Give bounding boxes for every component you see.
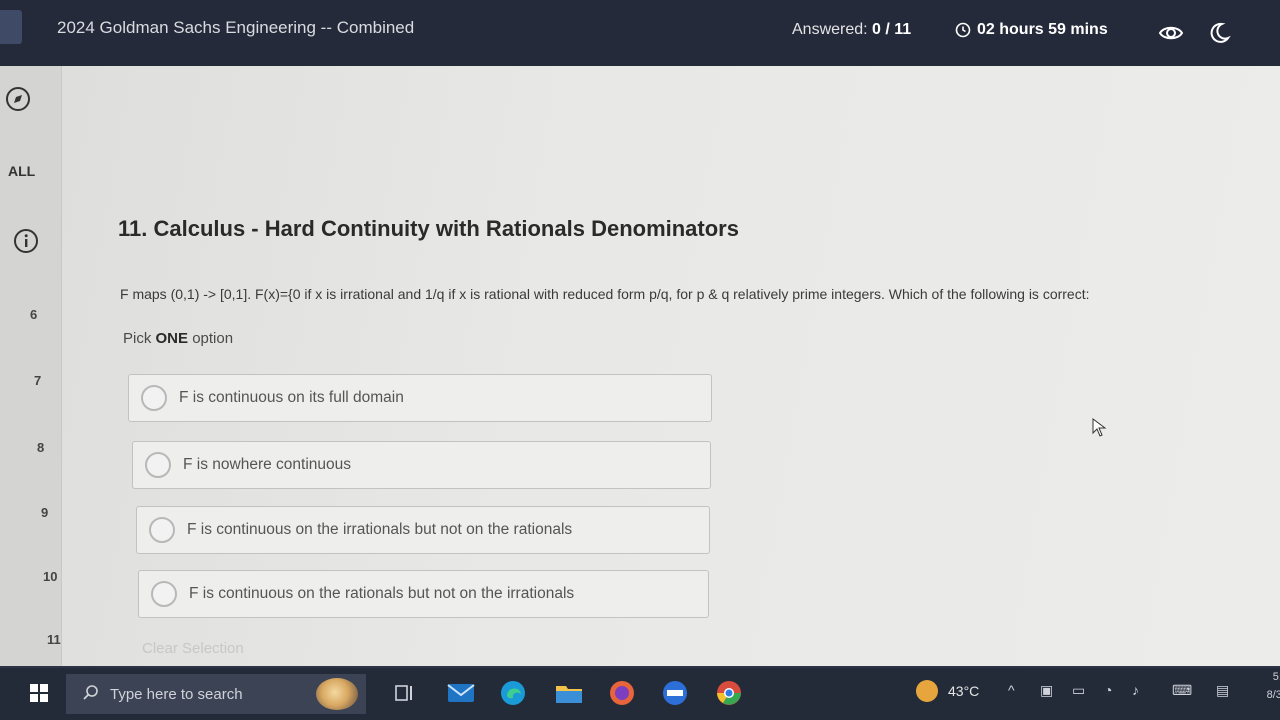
test-title: 2024 Goldman Sachs Engineering -- Combin…	[57, 18, 415, 37]
chrome-icon[interactable]	[714, 678, 744, 708]
question-title: 11. Calculus - Hard Continuity with Rati…	[118, 216, 739, 241]
clock-date: 8/30	[1266, 689, 1280, 701]
pick-prefix: Pick	[123, 330, 156, 347]
clock-time: 5:2	[1272, 671, 1280, 683]
keyboard-icon[interactable]: ⌨	[1172, 682, 1192, 699]
answered-counter: Answered: 0 / 11	[792, 21, 911, 39]
clock-icon	[955, 22, 971, 38]
firefox-icon[interactable]	[607, 678, 637, 708]
moon-icon[interactable]	[1206, 20, 1232, 46]
radio-button[interactable]	[151, 581, 177, 607]
volume-icon[interactable]: ♪	[1132, 682, 1139, 698]
search-placeholder: Type here to search	[110, 685, 243, 703]
question-nav-item[interactable]: 11	[47, 632, 61, 647]
search-icon	[83, 685, 98, 700]
option-4[interactable]: F is continuous on the rationals but not…	[138, 570, 709, 618]
radio-button[interactable]	[141, 385, 167, 411]
eye-icon[interactable]	[1158, 20, 1184, 46]
answered-value: 0 / 11	[872, 21, 912, 38]
logo	[0, 10, 22, 44]
pick-suffix: option	[188, 330, 234, 347]
option-1[interactable]: F is continuous on its full domain	[128, 374, 712, 422]
temperature: 43°C	[948, 683, 980, 699]
meet-now-icon[interactable]: ▣	[1040, 682, 1053, 699]
option-label: F is continuous on its full domain	[179, 389, 404, 406]
pick-instruction: Pick ONE option	[123, 330, 233, 347]
compass-icon[interactable]	[5, 86, 31, 112]
pick-strong: ONE	[155, 330, 189, 347]
question-nav-item[interactable]: 9	[41, 505, 48, 520]
answered-label: Answered:	[792, 21, 868, 38]
notification-icon[interactable]: ▤	[1216, 682, 1229, 699]
option-label: F is continuous on the rationals but not…	[189, 585, 575, 602]
question-nav-item[interactable]: 10	[43, 569, 57, 584]
question-panel: 11. Calculus - Hard Continuity with Rati…	[62, 66, 1280, 666]
edge-browser-icon[interactable]	[498, 678, 528, 708]
taskbar-search[interactable]: Type here to search	[66, 674, 366, 714]
windows-start-icon[interactable]	[30, 684, 48, 702]
all-questions-link[interactable]: ALL	[8, 163, 35, 179]
screen: 2024 Goldman Sachs Engineering -- Combin…	[0, 0, 1280, 720]
chevron-up-icon[interactable]: ^	[1008, 682, 1015, 698]
timer-text: 02 hours 59 mins	[977, 21, 1108, 38]
timer: 02 hours 59 mins	[955, 21, 1108, 39]
question-nav-item[interactable]: 8	[37, 440, 44, 455]
question-sidebar: ALL 6 7 8 9 10 11	[0, 66, 86, 666]
option-label: F is nowhere continuous	[183, 456, 352, 473]
wifi-icon[interactable]: ◔	[1104, 682, 1112, 698]
file-explorer-icon[interactable]	[554, 678, 584, 708]
info-icon[interactable]	[13, 228, 39, 254]
option-label: F is continuous on the irrationals but n…	[187, 521, 573, 538]
option-3[interactable]: F is continuous on the irrationals but n…	[136, 506, 710, 554]
weather-widget[interactable]: 43°C	[916, 680, 979, 702]
app-icon[interactable]	[660, 678, 690, 708]
question-text: F maps (0,1) -> [0,1]. F(x)={0 if x is i…	[120, 286, 1090, 302]
question-nav-item[interactable]: 7	[34, 373, 41, 388]
clear-selection-button[interactable]: Clear Selection	[142, 640, 244, 657]
task-view-icon[interactable]	[390, 678, 420, 708]
battery-icon[interactable]: ▭	[1072, 682, 1085, 699]
radio-button[interactable]	[149, 517, 175, 543]
radio-button[interactable]	[145, 452, 171, 478]
taskbar: Type here to search 43°C ^ ▣ ▭ ◔ ♪ ⌨ ▤ 5…	[0, 666, 1280, 720]
mail-icon[interactable]	[446, 678, 476, 708]
question-nav-item[interactable]: 6	[30, 307, 37, 322]
search-highlight-image	[316, 678, 358, 710]
header-bar: 2024 Goldman Sachs Engineering -- Combin…	[0, 0, 1280, 66]
option-2[interactable]: F is nowhere continuous	[132, 441, 711, 489]
sun-icon	[916, 680, 938, 702]
mouse-pointer-icon	[1092, 418, 1107, 437]
system-clock[interactable]: 5:2 8/30	[1248, 668, 1280, 704]
